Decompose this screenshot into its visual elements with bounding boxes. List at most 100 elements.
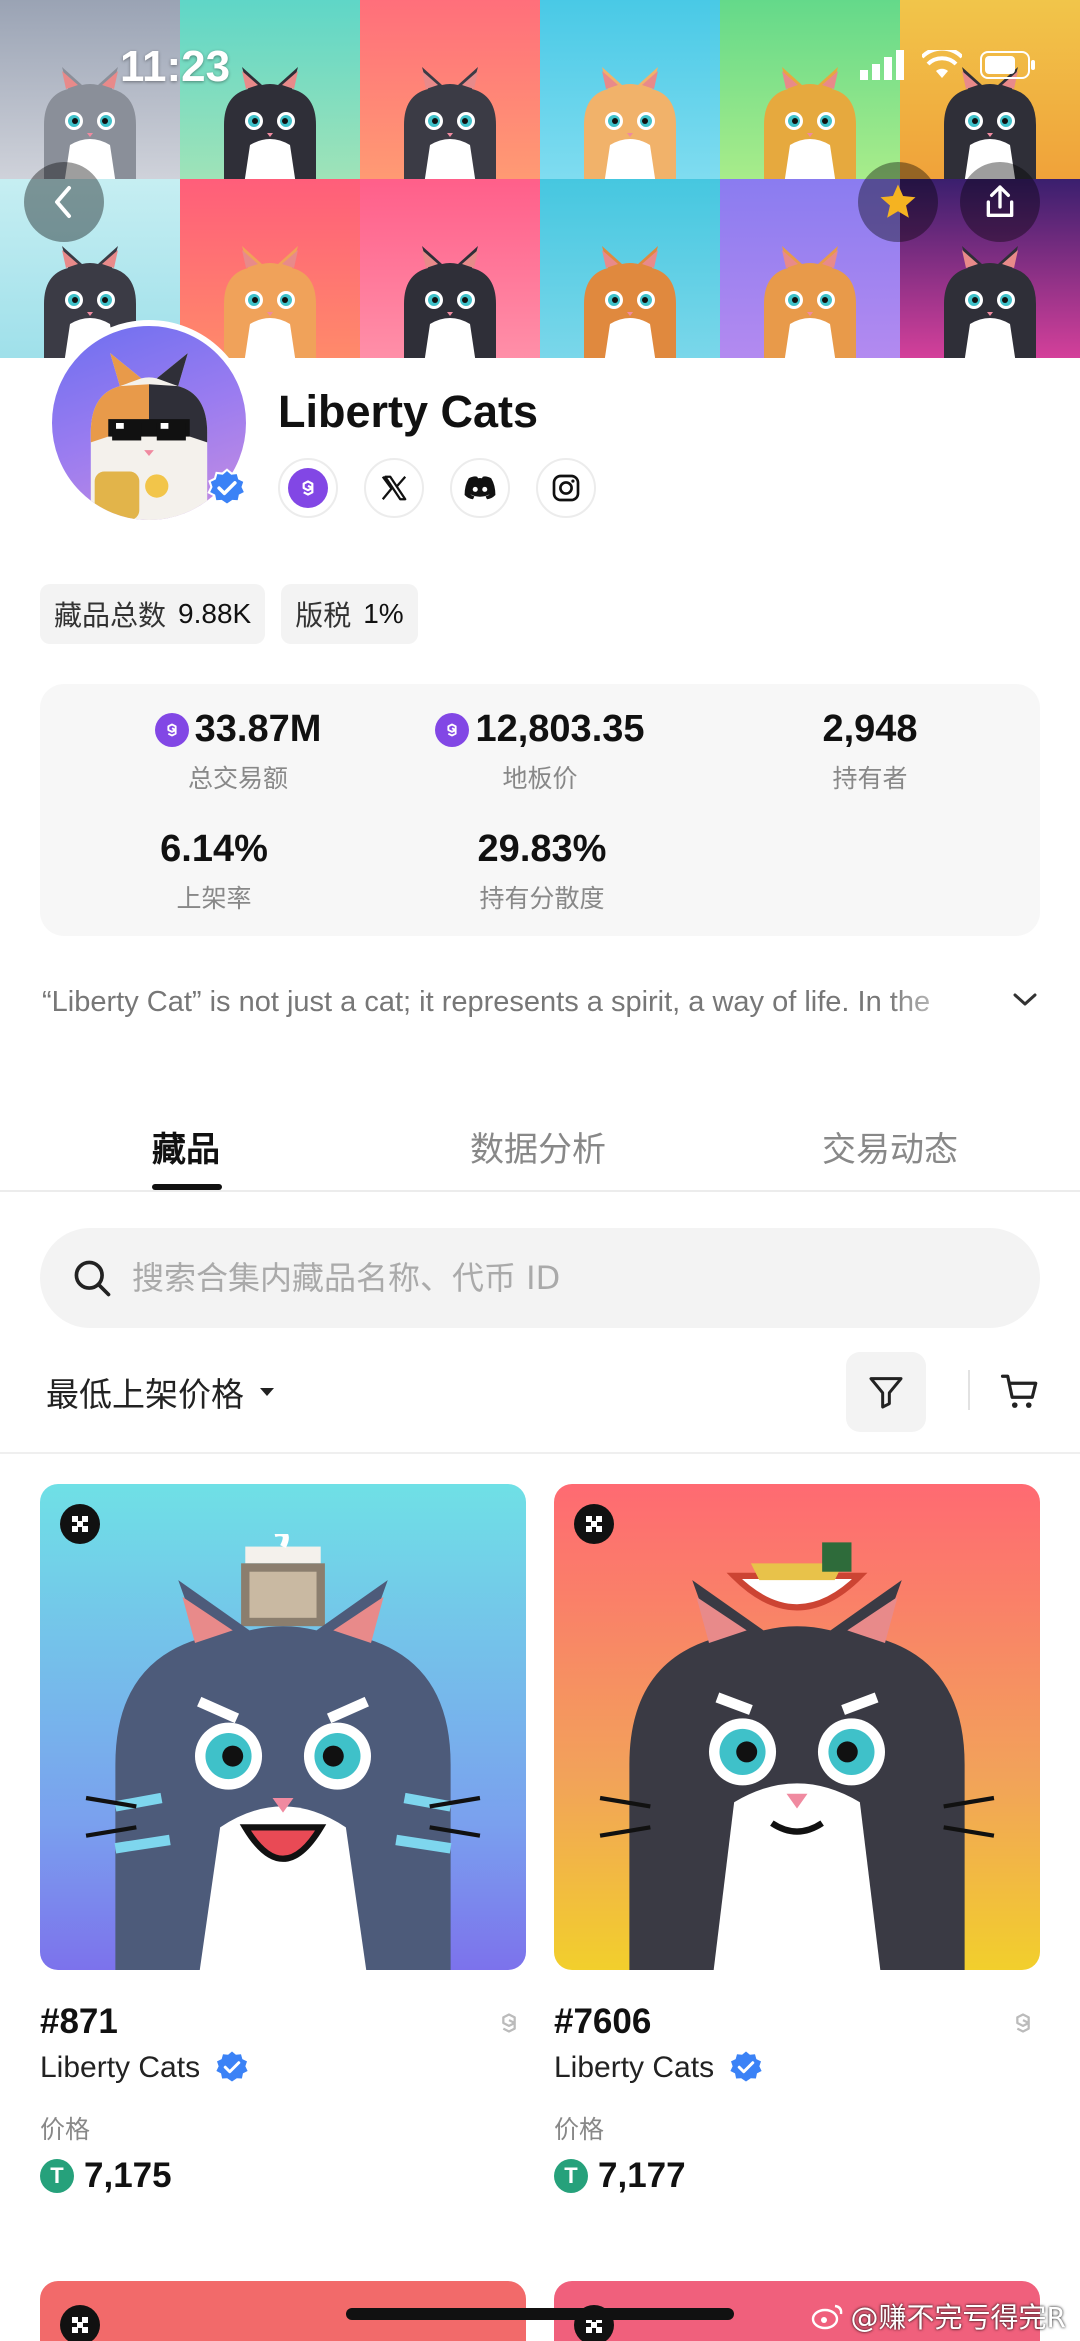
expand-description-button[interactable]	[1010, 990, 1040, 1014]
polygon-icon	[435, 712, 470, 747]
x-link[interactable]	[364, 458, 424, 518]
stat-value: 2,948	[822, 708, 918, 750]
banner-cat	[570, 234, 690, 358]
status-bar: 11:23	[0, 0, 1080, 140]
divider	[968, 1370, 970, 1410]
pill-label: 藏品总数	[54, 600, 167, 631]
search-bar	[40, 1228, 1040, 1328]
royalty-pill: 版税 1%	[281, 584, 418, 644]
collection-name: Liberty Cats	[40, 2051, 201, 2084]
tab-items[interactable]: 藏品	[152, 1122, 220, 1171]
banner-cat	[390, 234, 510, 358]
collection-title: Liberty Cats	[278, 386, 539, 437]
chain-icon	[60, 2305, 100, 2341]
search-icon	[74, 1260, 111, 1297]
stat-value: 12,803.35	[475, 708, 645, 750]
collection-description: “Liberty Cat” is not just a cat; it repr…	[42, 986, 931, 1018]
home-indicator[interactable]	[346, 2308, 734, 2320]
tab-bar: 藏品 数据分析 交易动态	[0, 1100, 1080, 1192]
price-label: 价格	[554, 2115, 605, 2144]
filter-icon	[869, 1377, 903, 1409]
nft-card[interactable]: #7606 Liberty Cats 价格 T 7,177	[554, 1484, 1040, 2196]
collection-pills: 藏品总数 9.88K 版税 1%	[40, 584, 418, 644]
stat-label: 持有分散度	[479, 885, 605, 913]
weibo-watermark: @赚不完亏得完R	[811, 2296, 1066, 2336]
tab-activity[interactable]: 交易动态	[822, 1122, 958, 1171]
stat-holders: 2,948 持有者	[720, 708, 1020, 795]
sort-dropdown[interactable]: 最低上架价格	[46, 1368, 276, 1416]
search-input[interactable]	[132, 1259, 992, 1297]
sort-label: 最低上架价格	[46, 1375, 244, 1414]
discord-icon	[464, 476, 496, 500]
chevron-down-icon	[1013, 993, 1037, 1006]
stat-volume: 33.87M 总交易额	[88, 708, 388, 795]
collection-avatar	[46, 320, 252, 526]
filter-button[interactable]	[846, 1352, 926, 1432]
token-id: #7606	[554, 2002, 652, 2041]
stat-label: 总交易额	[187, 765, 288, 793]
banner-tile	[540, 179, 720, 358]
battery-icon	[980, 51, 1035, 79]
instagram-icon	[552, 474, 580, 502]
banner-cat	[930, 234, 1050, 358]
share-button[interactable]	[960, 162, 1040, 242]
stat-floor: 12,803.35 地板价	[390, 708, 690, 795]
banner-tile	[360, 179, 540, 358]
social-links	[278, 458, 596, 518]
caret-down-icon	[260, 1388, 274, 1396]
signal-icon	[860, 50, 904, 80]
verified-badge	[206, 468, 248, 514]
instagram-link[interactable]	[536, 458, 596, 518]
stat-value: 6.14%	[160, 828, 268, 870]
nft-image	[40, 1484, 526, 1970]
star-icon	[880, 184, 916, 218]
link-icon	[502, 2013, 516, 2033]
discord-link[interactable]	[450, 458, 510, 518]
pill-value: 9.88K	[178, 598, 252, 629]
stat-distribution: 29.83% 持有分散度	[392, 828, 692, 915]
x-icon	[381, 475, 407, 501]
share-icon	[986, 185, 1014, 217]
favorite-button[interactable]	[858, 162, 938, 242]
collection-name: Liberty Cats	[554, 2051, 715, 2084]
cart-button[interactable]	[990, 1362, 1050, 1422]
token-id: #871	[40, 2002, 118, 2041]
verified-icon	[216, 2051, 248, 2082]
weibo-icon	[811, 2304, 842, 2330]
polygon-icon	[154, 712, 189, 747]
price-label: 价格	[40, 2115, 91, 2144]
price-value: 7,177	[598, 2156, 686, 2195]
cart-icon	[1000, 1374, 1038, 1408]
collection-banner: 11:23	[0, 0, 1080, 358]
website-link[interactable]	[278, 458, 338, 518]
nft-image	[554, 1484, 1040, 1970]
stat-value: 29.83%	[477, 828, 607, 870]
divider	[0, 1452, 1080, 1454]
stat-listed: 6.14% 上架率	[64, 828, 364, 915]
chevron-left-icon	[55, 186, 71, 218]
cat-illustration	[599, 1542, 995, 1970]
cat-illustration	[85, 1534, 481, 1970]
price-value: 7,175	[84, 2156, 172, 2195]
stat-value: 33.87M	[194, 708, 322, 750]
link-icon	[1016, 2013, 1030, 2033]
status-icons	[860, 50, 1036, 80]
banner-cat	[750, 234, 870, 358]
wifi-icon	[922, 50, 962, 78]
pill-label: 版税	[295, 600, 352, 631]
verified-icon	[730, 2051, 762, 2082]
status-time: 11:23	[120, 42, 231, 91]
stat-label: 上架率	[176, 885, 252, 913]
stats-panel: 33.87M 总交易额 12,803.35 地板价 2,948 持有者 6.14…	[40, 684, 1040, 936]
stat-label: 地板价	[502, 765, 578, 793]
total-items-pill: 藏品总数 9.88K	[40, 584, 266, 644]
active-tab-indicator	[152, 1184, 222, 1190]
back-button[interactable]	[24, 162, 104, 242]
nft-card[interactable]: #871 Liberty Cats 价格 T 7,175	[40, 1484, 526, 2196]
tab-analytics[interactable]: 数据分析	[470, 1122, 606, 1171]
verified-icon	[207, 468, 247, 507]
tether-icon: T	[554, 2159, 588, 2193]
stat-label: 持有者	[832, 765, 908, 793]
pill-value: 1%	[363, 598, 404, 629]
website-icon	[288, 468, 328, 508]
